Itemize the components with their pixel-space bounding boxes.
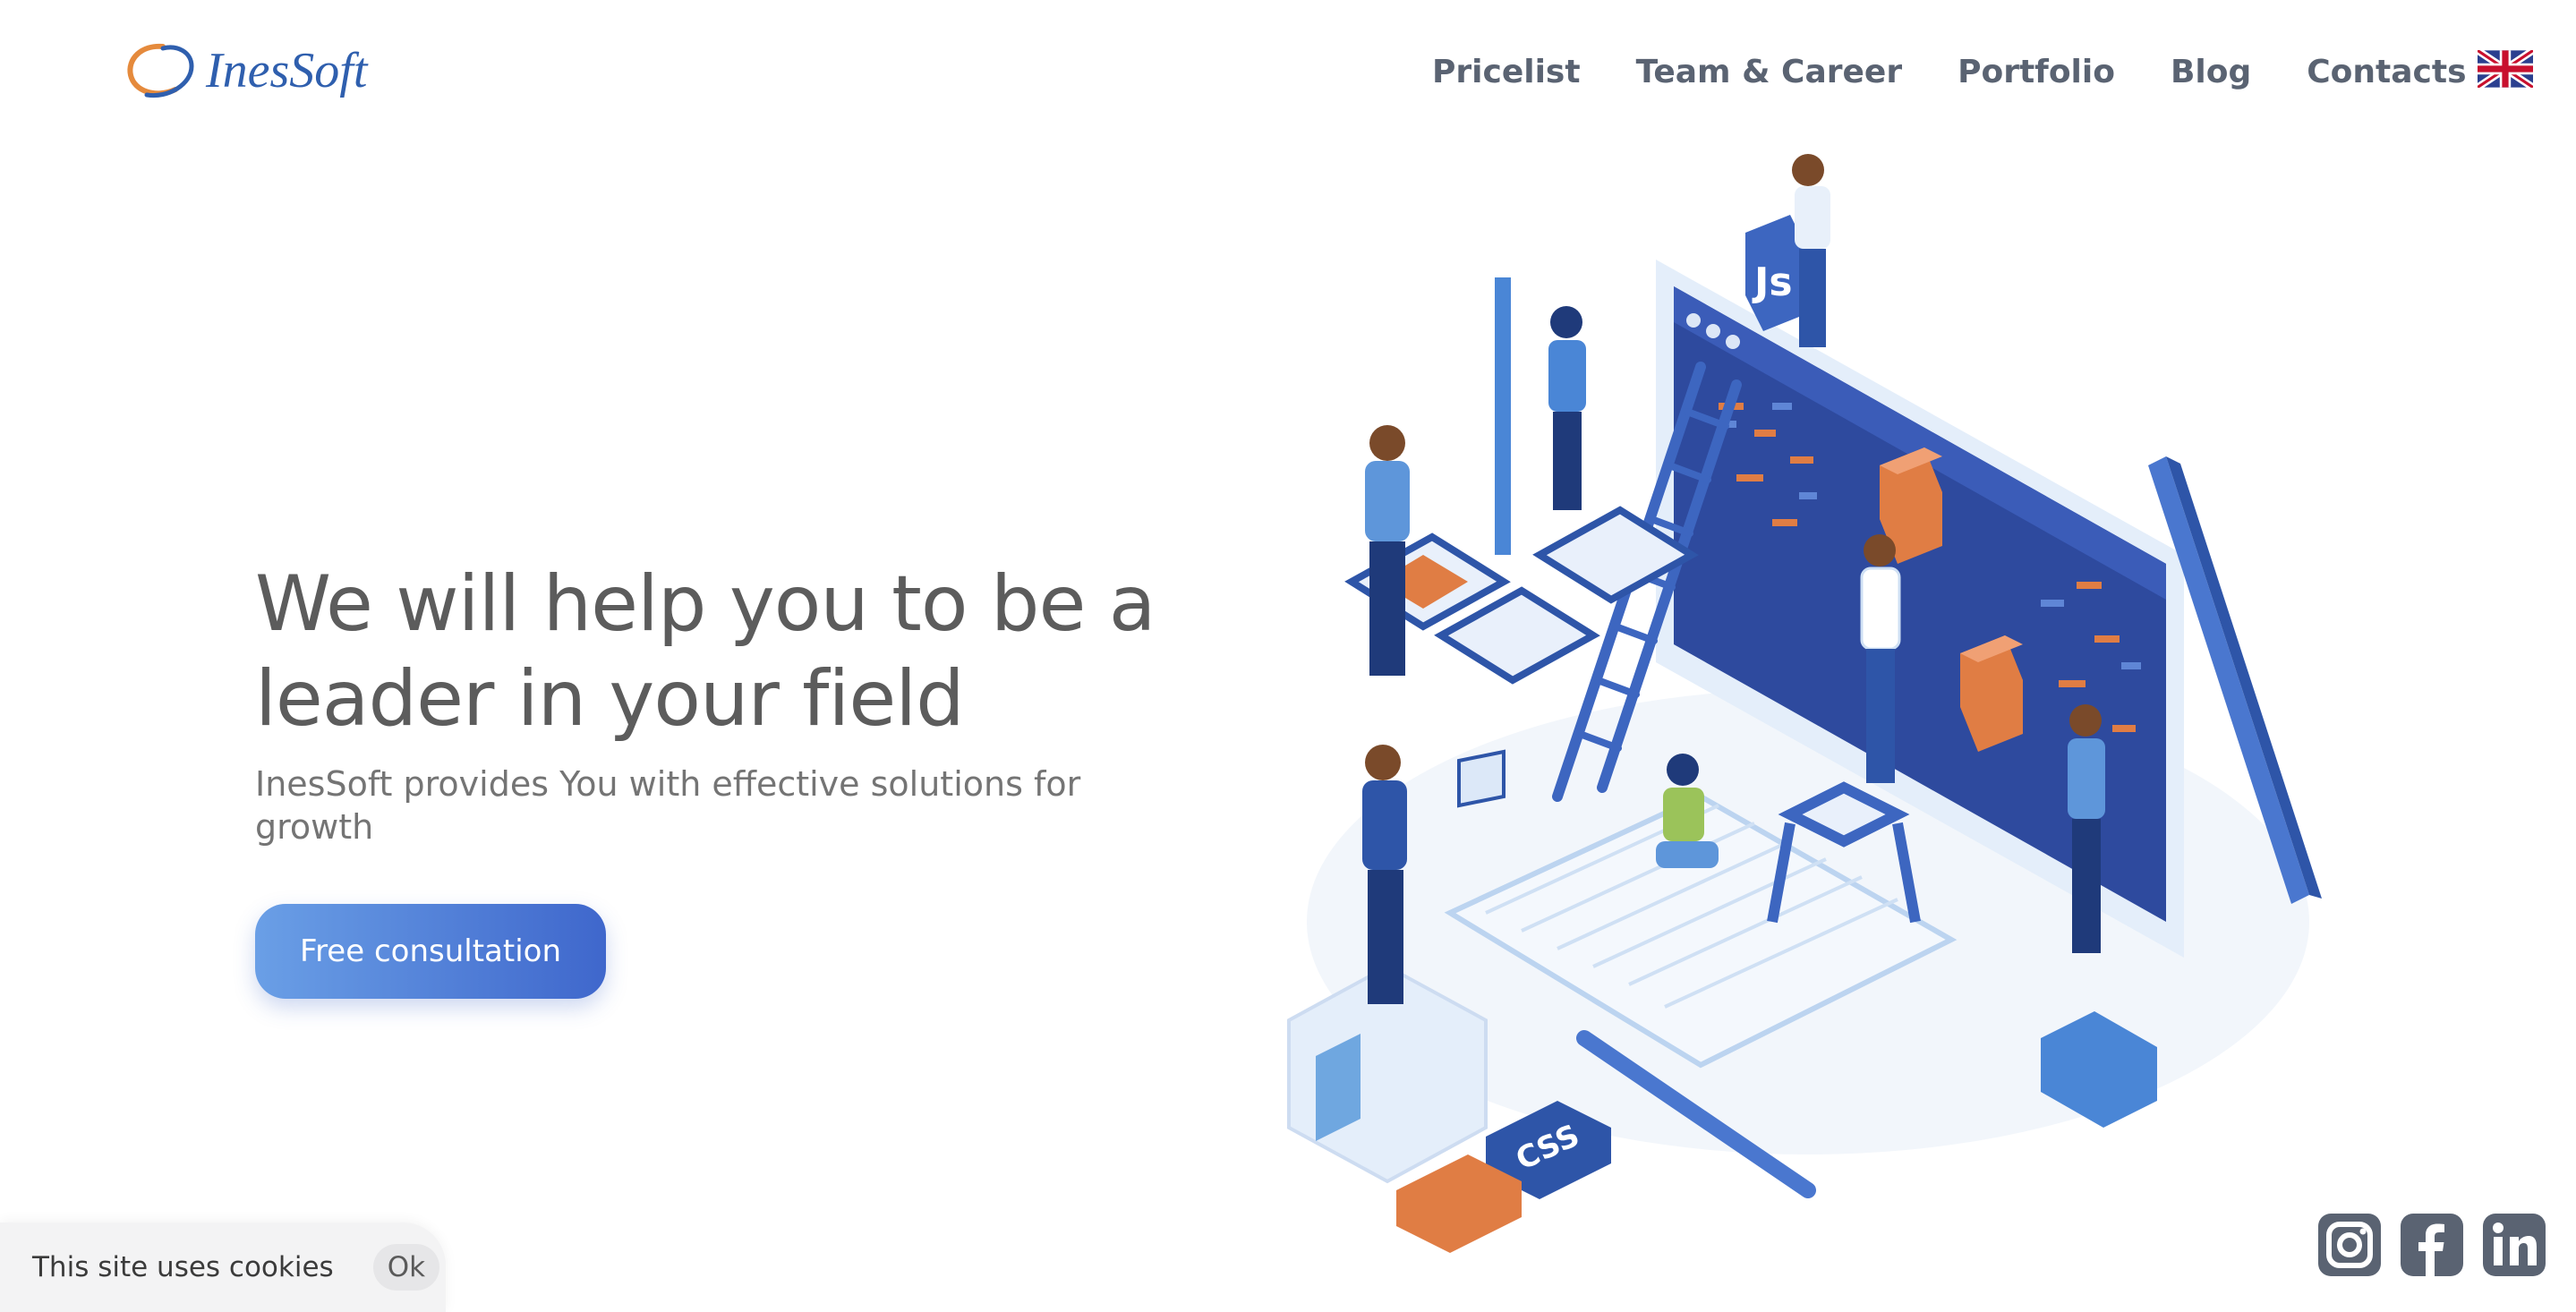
linkedin-icon[interactable] (2483, 1214, 2546, 1276)
uk-flag-icon[interactable] (2478, 50, 2533, 88)
logo-text: InesSoft (206, 43, 368, 98)
nav-item-portfolio[interactable]: Portfolio (1958, 54, 2115, 90)
js-cube-label: Js (1752, 260, 1793, 305)
hero-subtitle: InesSoft provides You with effective sol… (255, 764, 1081, 847)
main-nav: Pricelist Team & Career Portfolio Blog C… (1432, 45, 2467, 98)
free-consultation-button[interactable]: Free consultation (255, 904, 606, 999)
nav-item-blog[interactable]: Blog (2171, 54, 2251, 90)
inessoft-swirl-icon (127, 43, 194, 98)
social-links (2318, 1214, 2546, 1276)
cookie-text: This site uses cookies (32, 1251, 334, 1283)
nav-item-contacts[interactable]: Contacts (2307, 54, 2466, 90)
cookie-banner: This site uses cookies Ok (0, 1223, 446, 1312)
hero-title: We will help you to be a leader in your … (255, 559, 1156, 744)
logo[interactable]: InesSoft (124, 39, 367, 102)
cookie-ok-button[interactable]: Ok (372, 1244, 440, 1291)
facebook-icon[interactable] (2401, 1214, 2463, 1276)
nav-item-team-career[interactable]: Team & Career (1636, 54, 1903, 90)
instagram-icon[interactable] (2318, 1214, 2381, 1276)
hero-illustration: CSS Js (1287, 154, 2322, 1253)
nav-item-pricelist[interactable]: Pricelist (1432, 54, 1581, 90)
